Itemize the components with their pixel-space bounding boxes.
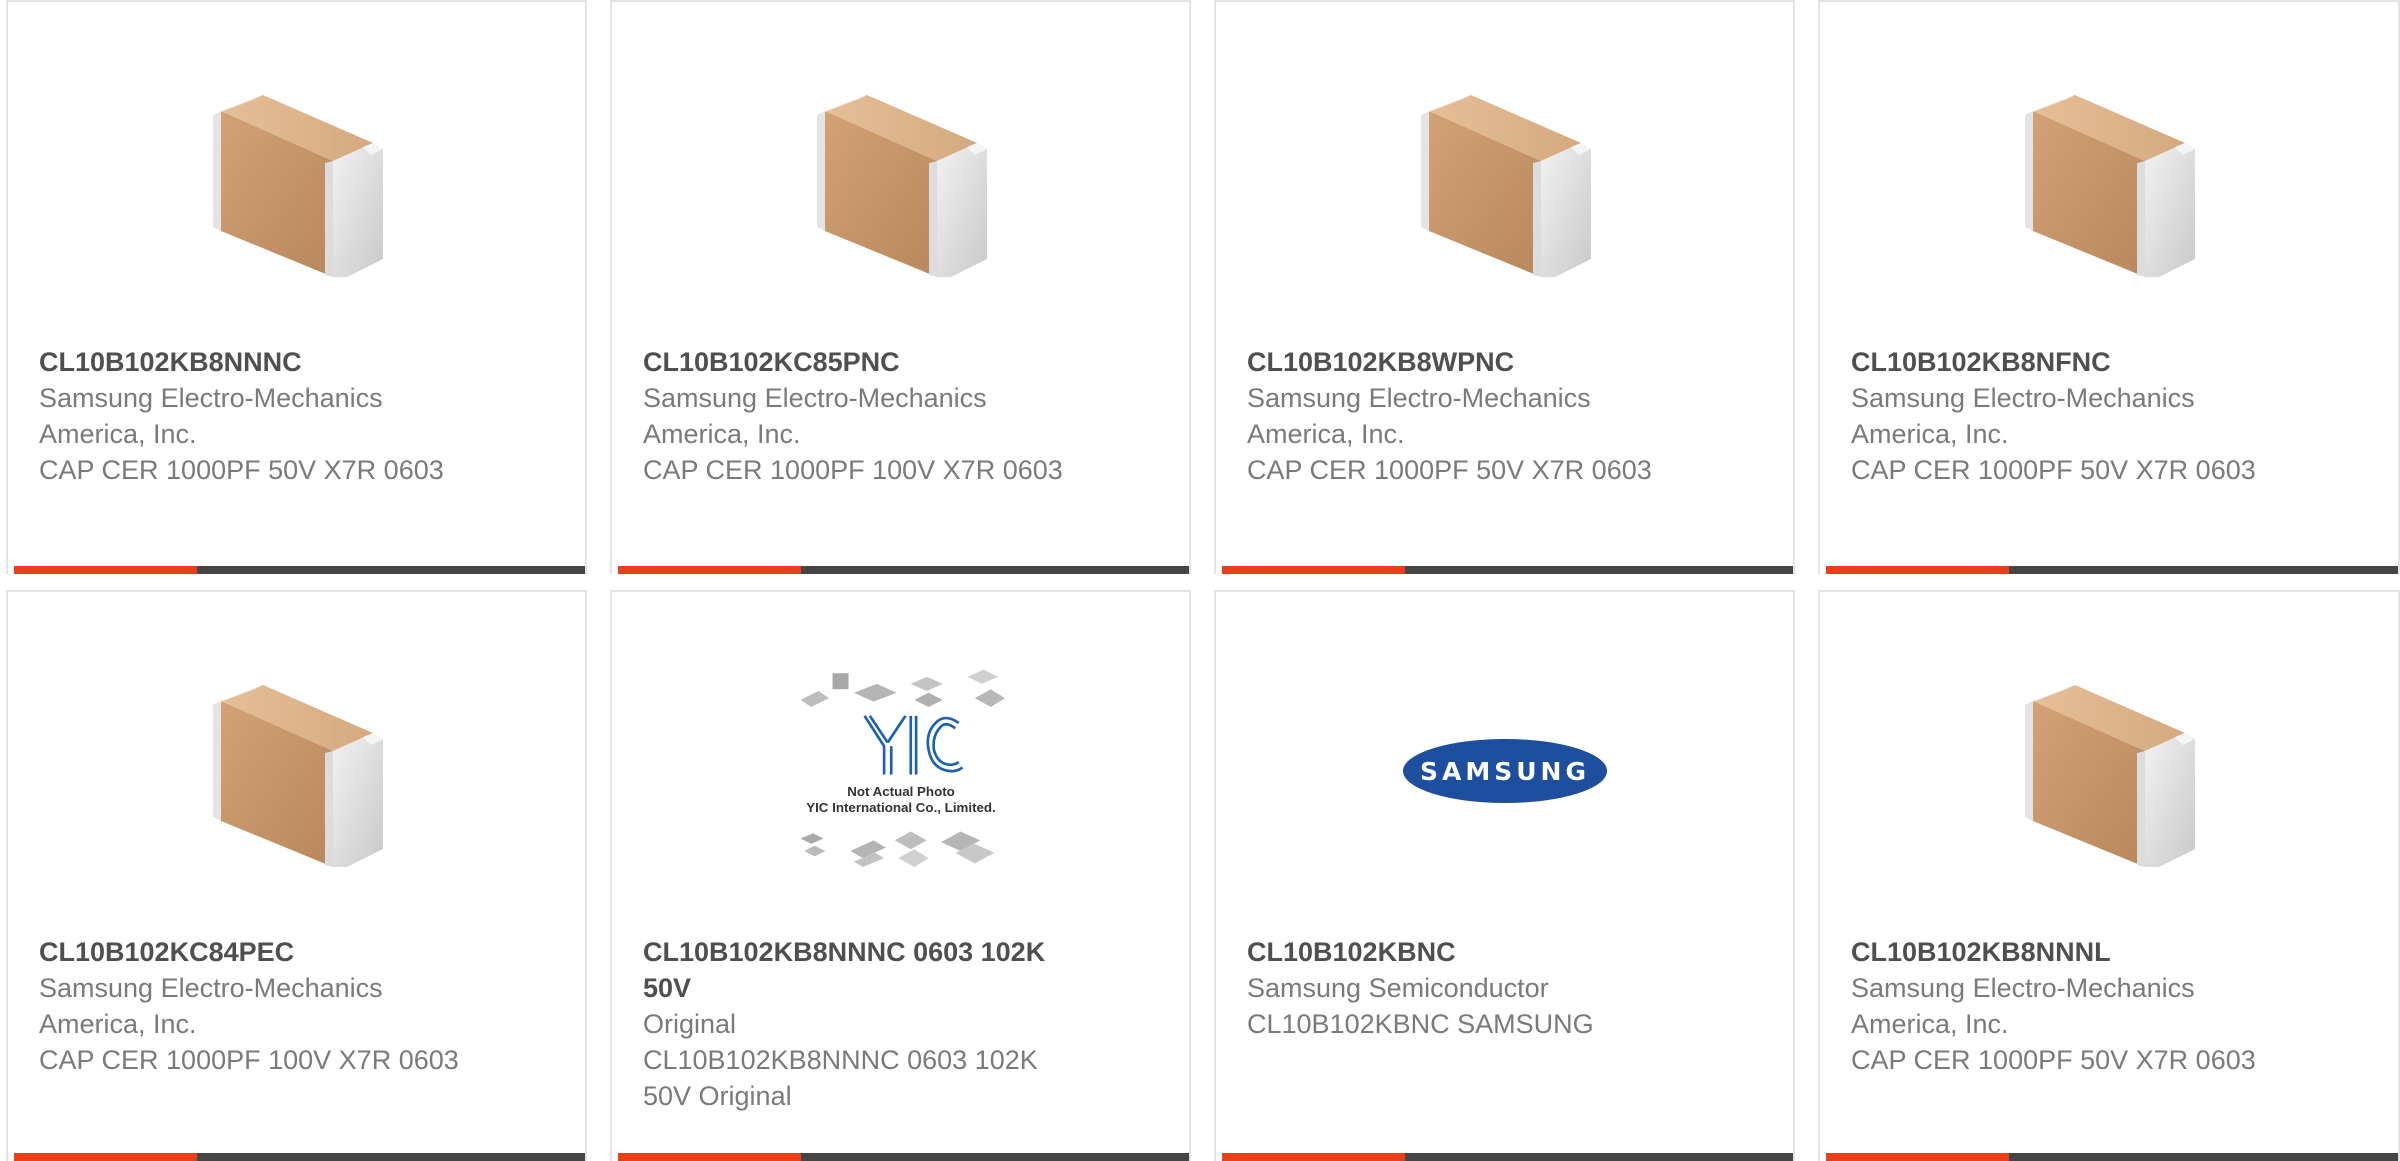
card-accent-bar xyxy=(14,1153,197,1161)
product-card[interactable]: CL10B102KC84PEC Samsung Electro-Mechanic… xyxy=(6,590,587,1161)
ceramic-capacitor-icon[interactable] xyxy=(177,66,417,296)
part-number-link[interactable]: CL10B102KB8NNNC 0603 102K 50V xyxy=(643,934,1063,1006)
card-footer-bar xyxy=(1826,566,2398,574)
card-footer-bar xyxy=(1222,566,1793,574)
part-number-link[interactable]: CL10B102KB8NFNC xyxy=(1851,344,2271,380)
product-card[interactable]: CL10B102KB8NNNL Samsung Electro-Mechanic… xyxy=(1818,590,2400,1161)
ceramic-capacitor-icon[interactable] xyxy=(1385,66,1625,296)
product-description: CAP CER 1000PF 50V X7R 0603 xyxy=(1851,455,2256,485)
yic-not-actual-photo: Not Actual Photo xyxy=(847,784,955,799)
capacitor-drawing xyxy=(2025,685,2195,867)
card-accent-bar xyxy=(1826,1153,2009,1161)
samsung-logo-text: SAMSUNG xyxy=(1420,757,1590,786)
card-footer-bar xyxy=(1222,1153,1793,1161)
manufacturer-name: Samsung Electro-Mechanics America, Inc. xyxy=(1851,383,2195,449)
product-card[interactable]: CL10B102KB8WPNC Samsung Electro-Mechanic… xyxy=(1214,0,1795,574)
manufacturer-name: Samsung Electro-Mechanics America, Inc. xyxy=(643,383,987,449)
manufacturer-name: Samsung Semiconductor xyxy=(1247,973,1549,1003)
part-number-link[interactable]: CL10B102KB8WPNC xyxy=(1247,344,1667,380)
card-accent-bar xyxy=(1222,1153,1405,1161)
card-accent-bar xyxy=(14,566,197,574)
product-description: CAP CER 1000PF 50V X7R 0603 xyxy=(1851,1045,2256,1075)
part-number-link[interactable]: CL10B102KC84PEC xyxy=(39,934,459,970)
part-number-link[interactable]: CL10B102KC85PNC xyxy=(643,344,1063,380)
yic-company-name: YIC International Co., Limited. xyxy=(806,800,996,815)
card-footer-bar xyxy=(14,1153,585,1161)
card-footer-bar xyxy=(618,566,1189,574)
manufacturer-name: Samsung Electro-Mechanics America, Inc. xyxy=(39,973,383,1039)
manufacturer-name: Samsung Electro-Mechanics America, Inc. xyxy=(39,383,383,449)
yic-placeholder-image: Not Actual Photo YIC International Co., … xyxy=(800,669,1005,867)
manufacturer-name: Samsung Electro-Mechanics America, Inc. xyxy=(1247,383,1591,449)
product-description: CAP CER 1000PF 50V X7R 0603 xyxy=(39,455,444,485)
card-accent-bar xyxy=(1222,566,1405,574)
card-accent-bar xyxy=(618,566,801,574)
yic-placeholder-icon[interactable]: Not Actual Photo YIC International Co., … xyxy=(781,656,1021,886)
card-accent-bar xyxy=(618,1153,801,1161)
card-footer-bar xyxy=(14,566,585,574)
part-number-link[interactable]: CL10B102KBNC xyxy=(1247,934,1667,970)
capacitor-drawing xyxy=(2025,95,2195,277)
part-number-link[interactable]: CL10B102KB8NNNC xyxy=(39,344,459,380)
capacitor-drawing xyxy=(212,685,383,867)
ceramic-capacitor-icon[interactable] xyxy=(1989,656,2229,886)
product-card[interactable]: CL10B102KC85PNC Samsung Electro-Mechanic… xyxy=(610,0,1191,574)
product-grid: CL10B102KB8NNNC Samsung Electro-Mechanic… xyxy=(0,0,2400,1161)
product-card[interactable]: CL10B102KB8NFNC Samsung Electro-Mechanic… xyxy=(1818,0,2400,574)
card-footer-bar xyxy=(618,1153,1189,1161)
samsung-logo-image: SAMSUNG xyxy=(1402,739,1607,803)
product-description: CAP CER 1000PF 100V X7R 0603 xyxy=(643,455,1063,485)
product-description: CAP CER 1000PF 100V X7R 0603 xyxy=(39,1045,459,1075)
capacitor-drawing xyxy=(816,95,987,277)
product-card[interactable]: SAMSUNG CL10B102KBNC Samsung Semiconduct… xyxy=(1214,590,1795,1161)
ceramic-capacitor-icon[interactable] xyxy=(781,66,1021,296)
product-card[interactable]: CL10B102KB8NNNC Samsung Electro-Mechanic… xyxy=(6,0,587,574)
manufacturer-name: Samsung Electro-Mechanics America, Inc. xyxy=(1851,973,2195,1039)
capacitor-drawing xyxy=(212,95,383,277)
card-accent-bar xyxy=(1826,566,2009,574)
manufacturer-name: Original xyxy=(643,1009,737,1039)
samsung-logo-icon[interactable]: SAMSUNG xyxy=(1385,656,1625,886)
capacitor-drawing xyxy=(1420,95,1591,277)
part-number-link[interactable]: CL10B102KB8NNNL xyxy=(1851,934,2271,970)
ceramic-capacitor-icon[interactable] xyxy=(177,656,417,886)
product-description: CL10B102KB8NNNC 0603 102K 50V Original xyxy=(643,1045,1038,1111)
product-description: CL10B102KBNC SAMSUNG xyxy=(1247,1009,1594,1039)
product-description: CAP CER 1000PF 50V X7R 0603 xyxy=(1247,455,1652,485)
ceramic-capacitor-icon[interactable] xyxy=(1989,66,2229,296)
card-footer-bar xyxy=(1826,1153,2398,1161)
product-card[interactable]: Not Actual Photo YIC International Co., … xyxy=(610,590,1191,1161)
